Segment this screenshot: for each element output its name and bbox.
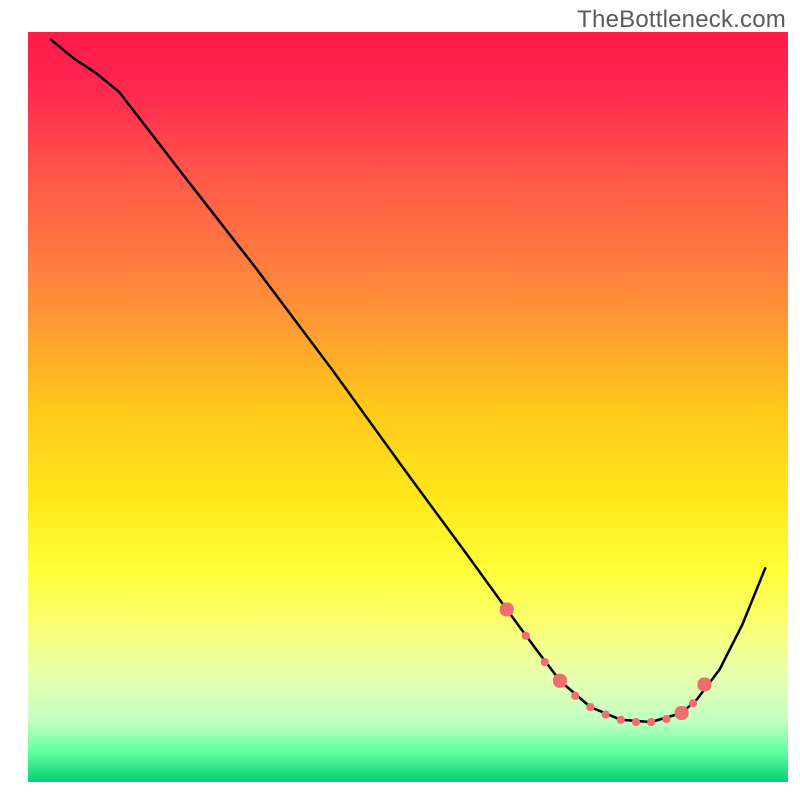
marker-point: [632, 718, 640, 726]
marker-point: [500, 603, 514, 617]
marker-point: [675, 706, 689, 720]
marker-point: [662, 715, 670, 723]
marker-point: [522, 632, 530, 640]
marker-point: [571, 692, 579, 700]
marker-point: [553, 674, 567, 688]
marker-point: [647, 718, 655, 726]
marker-point: [602, 711, 610, 719]
marker-point: [697, 678, 711, 692]
bottleneck-chart: [0, 0, 800, 800]
marker-point: [689, 699, 697, 707]
marker-point: [617, 716, 625, 724]
marker-point: [586, 703, 594, 711]
chart-container: TheBottleneck.com: [0, 0, 800, 800]
marker-point: [541, 658, 549, 666]
chart-background: [28, 32, 788, 782]
watermark-text: TheBottleneck.com: [577, 6, 786, 34]
